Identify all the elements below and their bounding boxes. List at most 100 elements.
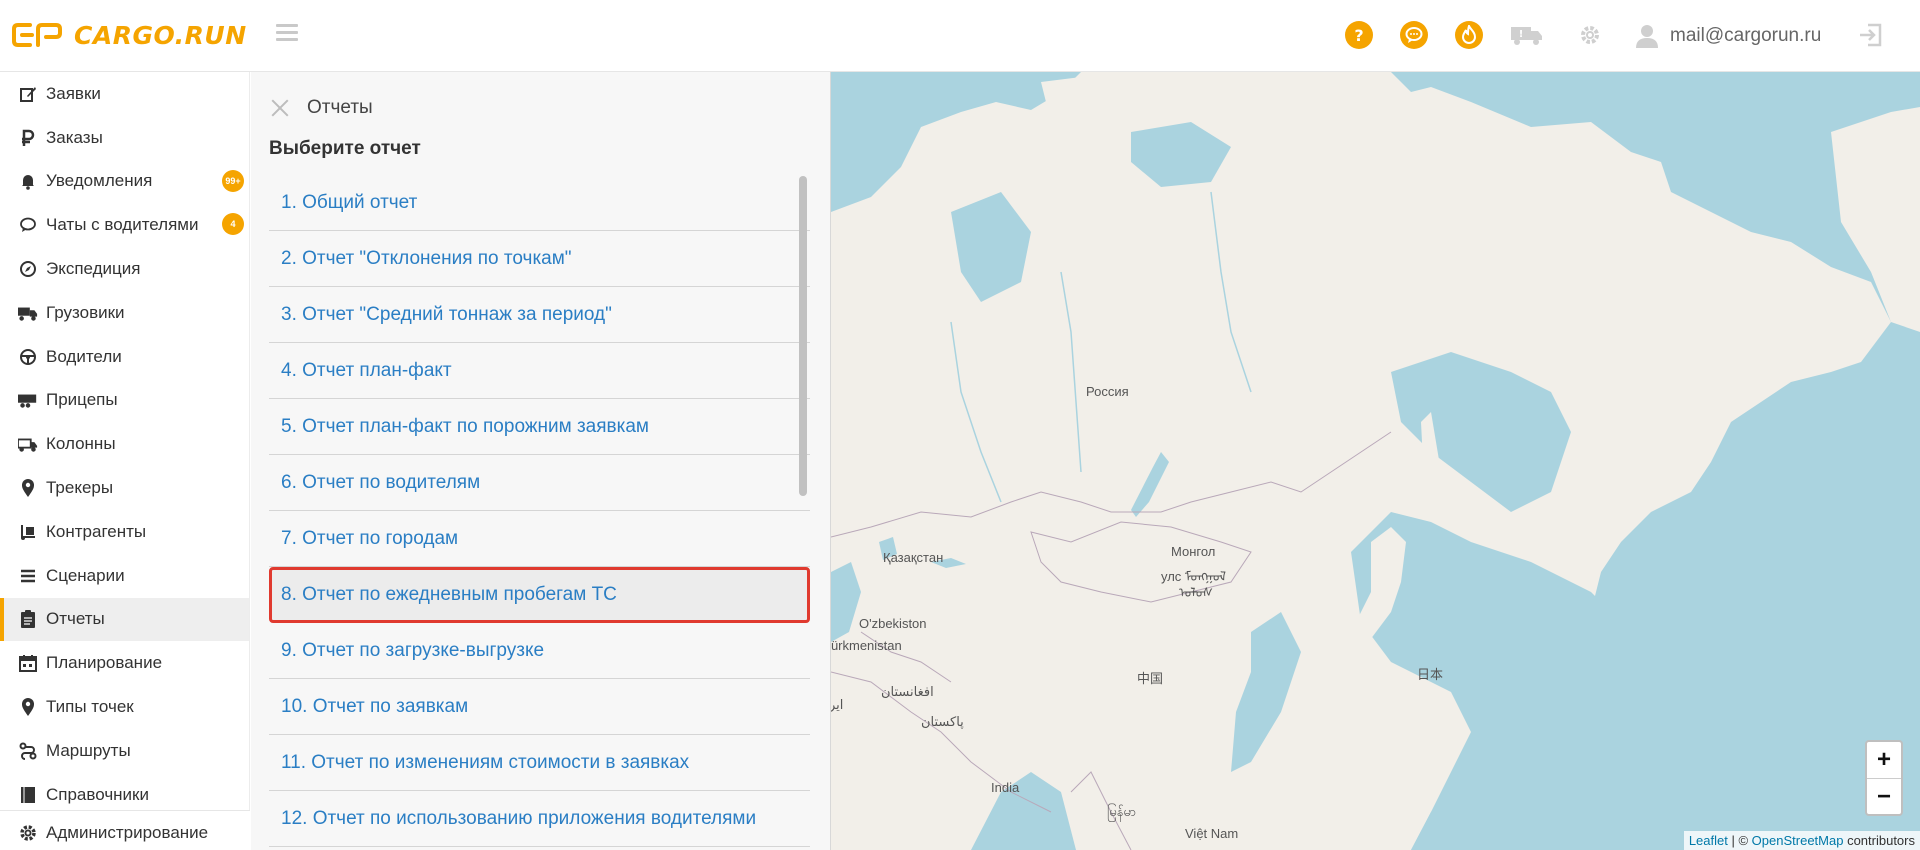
fire-icon[interactable] xyxy=(1455,21,1483,49)
map-label-pakistan: پاکستان xyxy=(921,714,964,729)
sidebar-item-7[interactable]: Прицепы xyxy=(0,379,249,423)
sidebar-item-label: Сценарии xyxy=(46,565,125,585)
zoom-control: + − xyxy=(1865,740,1903,816)
report-item[interactable]: 7. Отчет по городам xyxy=(269,511,810,567)
sidebar-item-label: Заявки xyxy=(46,83,101,103)
zoom-out-button[interactable]: − xyxy=(1867,778,1901,814)
sidebar-item-12[interactable]: Отчеты xyxy=(0,597,249,642)
report-item[interactable]: 2. Отчет "Отклонения по точкам" xyxy=(269,231,810,287)
map-label-mongolia-3: ᠤᠯᠤᠰ xyxy=(1179,585,1213,600)
compass-icon xyxy=(18,259,38,279)
sidebar-item-label: Справочники xyxy=(46,784,149,804)
map-attribution: Leaflet | © OpenStreetMap contributors xyxy=(1683,831,1920,850)
sidebar-item-label: Контрагенты xyxy=(46,521,147,541)
sidebar-item-label: Грузовики xyxy=(46,302,125,322)
logo-icon xyxy=(12,23,62,47)
sidebar-item-8[interactable]: Колонны xyxy=(0,422,249,466)
sidebar-item-3[interactable]: Чаты с водителями 4 xyxy=(0,203,249,247)
truck-icon xyxy=(18,303,38,323)
notification-badge: 99+ xyxy=(222,169,244,192)
sidebar-item-11[interactable]: Сценарии xyxy=(0,554,249,598)
sidebar-item-administration[interactable]: Администрирование xyxy=(0,811,250,850)
map-label-kazakhstan: Қазақстан xyxy=(883,550,944,565)
user-menu[interactable]: mail@cargorun.ru xyxy=(1636,22,1821,50)
close-icon[interactable] xyxy=(269,97,291,119)
gear-icon xyxy=(18,823,38,843)
user-icon xyxy=(1636,25,1658,48)
report-item[interactable]: 5. Отчет план-факт по порожним заявкам xyxy=(269,399,810,455)
sidebar-item-label: Трекеры xyxy=(46,478,114,498)
map-label-uzbekistan: O'zbekiston xyxy=(859,616,927,631)
attribution-suffix: contributors xyxy=(1843,833,1915,848)
map-label-afghanistan: افغانستان xyxy=(881,684,934,699)
trailer-icon xyxy=(18,390,38,410)
steering-wheel-icon xyxy=(18,347,38,367)
sidebar-item-2[interactable]: Уведомления 99+ xyxy=(0,160,249,204)
sidebar-item-13[interactable]: Планирование xyxy=(0,641,249,685)
sidebar-item-label: Маршруты xyxy=(46,740,131,760)
svg-text:!: ! xyxy=(1519,29,1524,40)
sidebar-item-label: Прицепы xyxy=(46,390,118,410)
edit-icon xyxy=(18,84,38,104)
panel-header: Отчеты xyxy=(269,94,373,122)
leaflet-link[interactable]: Leaflet xyxy=(1689,833,1728,848)
sidebar-item-9[interactable]: Трекеры xyxy=(0,466,249,510)
report-item[interactable]: 6. Отчет по водителям xyxy=(269,455,810,511)
reports-panel: Отчеты Выберите отчет 1. Общий отчет 2. О… xyxy=(251,72,831,850)
sidebar-item-6[interactable]: Водители xyxy=(0,335,249,379)
sidebar-item-label: Экспедиция xyxy=(46,259,141,279)
sidebar-item-4[interactable]: Экспедиция xyxy=(0,247,249,291)
sidebar-item-label: Уведомления xyxy=(46,171,153,191)
sidebar-item-1[interactable]: Заказы xyxy=(0,116,249,160)
zoom-in-button[interactable]: + xyxy=(1867,742,1901,778)
sidebar-nav: Заявки Заказы Уведомления 99+ Чаты с водител… xyxy=(0,72,249,817)
report-item[interactable]: 8. Отчет по ежедневным пробегам ТС xyxy=(269,567,810,623)
sidebar-item-label: Типы точек xyxy=(46,697,134,717)
map-label-iran: ایر xyxy=(831,697,844,712)
logout-icon[interactable] xyxy=(1858,22,1884,48)
sidebar-item-label: Заказы xyxy=(46,127,103,147)
svg-text:?: ? xyxy=(1354,26,1363,44)
map-tiles xyxy=(831,72,1920,850)
map[interactable]: Россия Қазақстан Монгол улс ᠮᠣᠩᠭᠣᠯ ᠤᠯᠤᠰ … xyxy=(831,72,1920,850)
convoy-icon xyxy=(18,434,38,454)
sidebar-item-label: Администрирование xyxy=(46,822,209,842)
map-label-russia: Россия xyxy=(1086,384,1129,399)
sidebar-item-15[interactable]: Маршруты xyxy=(0,729,249,773)
truck-alert-icon[interactable]: ! xyxy=(1510,21,1544,49)
report-item[interactable]: 11. Отчет по изменениям стоимости в заяв… xyxy=(269,735,810,791)
report-item[interactable]: 12. Отчет по использованию приложения во… xyxy=(269,791,810,847)
menu-toggle-icon[interactable] xyxy=(276,24,298,44)
messages-icon[interactable] xyxy=(1400,21,1428,49)
user-email: mail@cargorun.ru xyxy=(1670,25,1822,46)
notification-badge: 4 xyxy=(222,213,244,236)
book-icon xyxy=(18,785,38,805)
sidebar-item-14[interactable]: Типы точек xyxy=(0,685,249,729)
clipboard-icon xyxy=(18,609,38,629)
dolly-icon xyxy=(18,522,38,542)
report-item[interactable]: 9. Отчет по загрузке-выгрузке xyxy=(269,623,810,679)
scrollbar[interactable] xyxy=(799,176,807,496)
settings-gear-icon[interactable] xyxy=(1576,21,1604,49)
logo[interactable]: CARGO.RUN xyxy=(12,20,247,50)
report-list: 1. Общий отчет 2. Отчет "Отклонения по то… xyxy=(269,175,810,847)
sidebar-bottom: Администрирование xyxy=(0,810,250,850)
report-item[interactable]: 4. Отчет план-факт xyxy=(269,343,810,399)
bell-icon xyxy=(18,171,38,191)
map-label-turkmenistan: Türkmenistan xyxy=(831,638,902,653)
report-item[interactable]: 10. Отчет по заявкам xyxy=(269,679,810,735)
sidebar-item-label: Водители xyxy=(46,346,122,366)
panel-subtitle: Выберите отчет xyxy=(269,138,421,159)
sidebar-item-5[interactable]: Грузовики xyxy=(0,291,249,335)
calendar-icon xyxy=(18,653,38,673)
help-icon[interactable]: ? xyxy=(1345,21,1373,49)
sidebar-item-0[interactable]: Заявки xyxy=(0,72,249,116)
sidebar-item-label: Отчеты xyxy=(46,609,105,629)
report-item[interactable]: 1. Общий отчет xyxy=(269,175,810,231)
ruble-icon xyxy=(18,128,38,148)
sidebar-item-10[interactable]: Контрагенты xyxy=(0,510,249,554)
osm-link[interactable]: OpenStreetMap xyxy=(1752,833,1844,848)
report-item[interactable]: 3. Отчет "Средний тоннаж за период" xyxy=(269,287,810,343)
map-pin-icon xyxy=(18,697,38,717)
map-label-china: 中国 xyxy=(1137,671,1164,686)
